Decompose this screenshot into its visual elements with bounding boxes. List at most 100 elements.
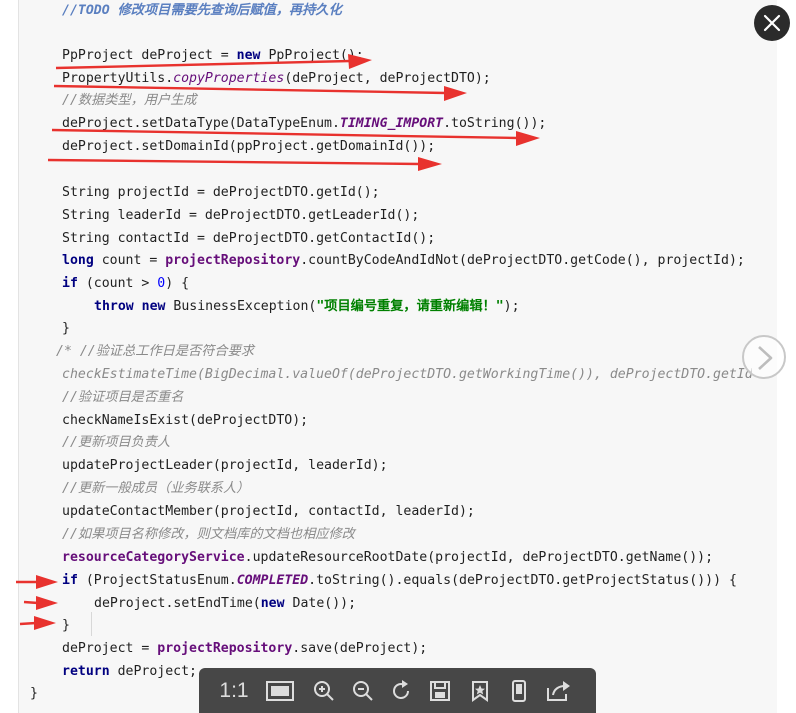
string-literal: "项目编号重复，请重新编辑！": [316, 299, 504, 314]
zoom-in-button[interactable]: [311, 678, 337, 704]
code-text: .toString().equals(deProjectDTO.getProje…: [308, 573, 737, 588]
code-text: }: [62, 321, 70, 336]
fit-screen-icon: [266, 681, 294, 701]
keyword: new: [236, 48, 261, 63]
field: projectRepository: [157, 641, 293, 656]
code-line-14: checkEstimateTime(BigDecimal.valueOf(deP…: [62, 366, 752, 384]
code-text: PropertyUtils.: [62, 71, 174, 86]
field: projectRepository: [165, 253, 301, 268]
code-text: }: [30, 686, 38, 701]
rotate-button[interactable]: [389, 678, 415, 704]
share-button[interactable]: [545, 678, 571, 704]
save-icon: [430, 681, 450, 701]
rotate-icon: [393, 680, 409, 699]
keyword: long: [62, 253, 94, 268]
code-text: updateProjectLeader(projectId, leaderId)…: [62, 458, 388, 473]
code-line-13: /* //验证总工作日是否符合要求: [56, 343, 254, 361]
fit-screen-button[interactable]: [265, 678, 295, 704]
keyword: throw: [94, 299, 134, 314]
comment: checkEstimateTime(BigDecimal.valueOf(deP…: [62, 367, 752, 382]
zoom-out-icon: [353, 681, 373, 701]
code-text: deProject.setDataType(DataTypeEnum.: [62, 116, 340, 131]
code-text: .save(deProject);: [292, 641, 428, 656]
keyword: if: [62, 573, 78, 588]
code-line-2: PropertyUtils.copyProperties(deProject, …: [62, 70, 491, 88]
code-text: (ProjectStatusEnum.: [77, 573, 237, 588]
enum-constant: COMPLETED: [236, 573, 309, 588]
code-line-18: updateProjectLeader(projectId, leaderId)…: [62, 457, 388, 475]
zoom-in-icon: [314, 681, 334, 701]
static-method: copyProperties: [173, 71, 285, 86]
enum-constant: TIMING_IMPORT: [339, 116, 444, 131]
comment: //如果项目名称修改，则文档库的文档也相应修改: [62, 527, 355, 542]
code-line-22: resourceCategoryService.updateResourceRo…: [62, 549, 713, 567]
code-line-12: }: [62, 320, 70, 338]
comment: //验证项目是否重名: [62, 390, 184, 405]
save-button[interactable]: [427, 678, 453, 704]
chevron-right-icon: [758, 346, 773, 370]
code-line-9: long count = projectRepository.countByCo…: [62, 252, 745, 270]
code-text: }: [62, 618, 70, 633]
image-viewer: //TODO 修改项目需要先查询后赋值，再持久化 PpProject dePro…: [0, 0, 796, 713]
code-line-7: String leaderId = deProjectDTO.getLeader…: [62, 207, 419, 225]
code-text: deProject;: [109, 664, 197, 679]
actual-size-button[interactable]: 1:1: [217, 678, 251, 704]
comment: //更新一般成员（业务联系人）: [62, 481, 250, 496]
code-text: updateContactMember(projectId, contactId…: [62, 504, 475, 519]
code-text: count =: [93, 253, 166, 268]
code-line-6: String projectId = deProjectDTO.getId();: [62, 184, 380, 202]
bookmark-button[interactable]: [467, 678, 493, 704]
close-button[interactable]: [754, 5, 790, 41]
keyword: return: [62, 664, 110, 679]
code-line-8: String contactId = deProjectDTO.getConta…: [62, 230, 435, 248]
code-text: Date());: [284, 596, 357, 611]
code-line-21: //如果项目名称修改，则文档库的文档也相应修改: [62, 526, 355, 544]
code-line-26: deProject = projectRepository.save(dePro…: [62, 640, 427, 658]
next-image-button[interactable]: [742, 335, 786, 379]
mobile-view-button[interactable]: [506, 678, 532, 704]
code-text: );: [503, 299, 520, 314]
code-text: String projectId = deProjectDTO.getId();: [62, 185, 380, 200]
keyword: new: [141, 299, 166, 314]
keyword: if: [62, 276, 78, 291]
share-icon: [547, 681, 570, 701]
code-line-1: PpProject deProject = new PpProject();: [62, 47, 364, 65]
viewer-toolbar: 1:1: [199, 668, 596, 713]
code-line-19: //更新一般成员（业务联系人）: [62, 480, 249, 498]
code-line-20: updateContactMember(projectId, contactId…: [62, 503, 475, 521]
code-line-4: deProject.setDataType(DataTypeEnum.TIMIN…: [62, 115, 546, 133]
code-text: (deProject, deProjectDTO);: [284, 71, 491, 86]
code-text: deProject.setEndTime(: [94, 596, 261, 611]
code-text: deProject =: [62, 641, 158, 656]
close-x-icon: [763, 14, 781, 32]
code-text: .toString());: [443, 116, 547, 131]
code-line-27: return deProject;: [62, 663, 197, 681]
bookmark-icon: [472, 681, 488, 702]
code-text: .updateResourceRootDate(projectId, dePro…: [244, 550, 714, 565]
code-text: ) {: [165, 276, 190, 291]
indent-guide: [91, 612, 92, 636]
code-line-25: }: [62, 617, 70, 635]
code-line-23: if (ProjectStatusEnum.COMPLETED.toString…: [62, 572, 737, 590]
code-text: checkNameIsExist(deProjectDTO);: [62, 413, 309, 428]
keyword: new: [260, 596, 285, 611]
code-line-15: //验证项目是否重名: [62, 389, 183, 407]
code-text: .countByCodeAndIdNot(deProjectDTO.getCod…: [300, 253, 745, 268]
actual-size-label: 1:1: [219, 679, 249, 702]
code-text: PpProject();: [260, 48, 364, 63]
todo-comment-line: //TODO 修改项目需要先查询后赋值，再持久化: [62, 2, 342, 20]
code-line-10: if (count > 0) {: [62, 275, 189, 293]
code-text: deProject.setDomainId(ppProject.getDomai…: [62, 139, 436, 154]
code-line-16: checkNameIsExist(deProjectDTO);: [62, 412, 308, 430]
comment: //数据类型，用户生成: [62, 93, 197, 108]
zoom-out-button[interactable]: [350, 678, 376, 704]
code-line-24: deProject.setEndTime(new Date());: [94, 595, 356, 613]
code-line-17: //更新项目负责人: [62, 434, 170, 452]
todo-comment: //TODO 修改项目需要先查询后赋值，再持久化: [62, 3, 342, 18]
comment: //更新项目负责人: [62, 435, 171, 450]
code-text: PpProject deProject =: [62, 48, 237, 63]
code-line-3: //数据类型，用户生成: [62, 92, 197, 110]
code-text: BusinessException(: [165, 299, 317, 314]
code-text: String leaderId = deProjectDTO.getLeader…: [62, 208, 420, 223]
mobile-icon: [512, 680, 526, 702]
